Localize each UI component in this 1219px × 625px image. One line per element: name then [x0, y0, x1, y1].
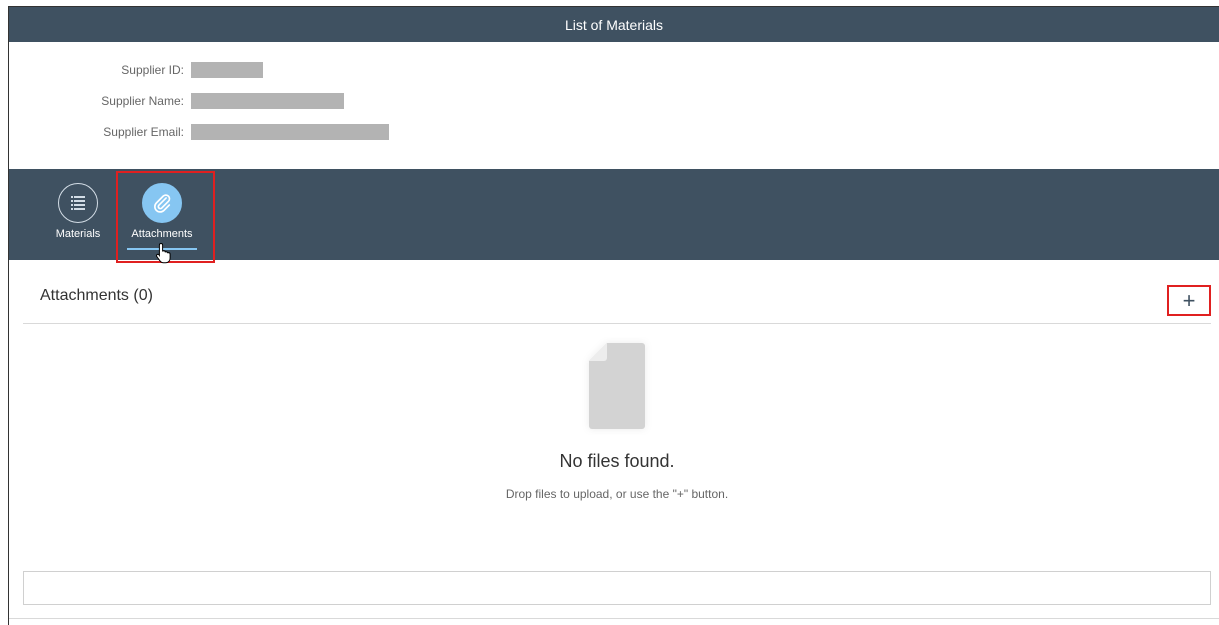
tab-materials[interactable]: Materials [38, 183, 118, 240]
empty-state-title: No files found. [559, 451, 675, 471]
supplier-email-row: Supplier Email: [9, 122, 389, 142]
tab-materials-label: Materials [55, 228, 101, 240]
document-icon [589, 343, 645, 429]
plus-icon: + [1182, 287, 1196, 313]
attachments-toolbar: Attachments (0) + [23, 261, 1211, 324]
attachments-title: Attachments (0) [40, 287, 153, 304]
list-icon [71, 196, 85, 210]
empty-state: No files found. Drop files to upload, or… [23, 337, 1211, 501]
title-bar: List of Materials [9, 7, 1219, 42]
app-frame: List of Materials Supplier ID: Supplier … [8, 6, 1219, 625]
supplier-id-redacted [191, 62, 263, 78]
empty-state-hint: Drop files to upload, or use the "+" but… [505, 487, 729, 501]
page-title: List of Materials [564, 16, 664, 33]
supplier-email-redacted [191, 124, 389, 140]
supplier-name-row: Supplier Name: [9, 91, 344, 111]
supplier-email-label: Supplier Email: [103, 125, 184, 139]
supplier-id-label: Supplier ID: [121, 63, 184, 77]
add-attachment-button[interactable]: + [1167, 285, 1211, 316]
supplier-id-row: Supplier ID: [9, 60, 263, 80]
icon-tab-bar: Materials Attachments [9, 169, 1219, 264]
tab-materials-circle[interactable] [58, 183, 98, 223]
supplier-name-label: Supplier Name: [101, 94, 184, 108]
upload-collection-footer [23, 571, 1211, 605]
bottom-divider [9, 618, 1219, 619]
supplier-name-redacted [191, 93, 344, 109]
object-header: Supplier ID: Supplier Name: Supplier Ema… [9, 42, 1219, 169]
